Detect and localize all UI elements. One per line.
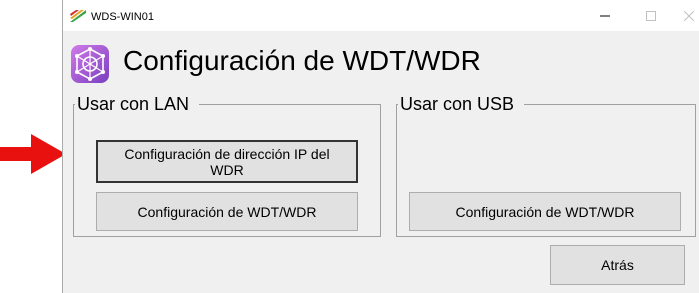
red-arrow-pointer (0, 134, 66, 174)
minimize-icon (600, 15, 610, 16)
page-header: Configuración de WDT/WDR (63, 37, 699, 83)
lan-wdt-config-button[interactable]: Configuración de WDT/WDR (96, 192, 358, 231)
app-icon (70, 10, 86, 22)
usb-group: Usar con USB Configuración de WDT/WDR (396, 92, 696, 237)
back-button[interactable]: Atrás (550, 245, 685, 285)
close-button[interactable] (674, 0, 699, 31)
maximize-button[interactable] (628, 0, 674, 31)
usb-group-label: Usar con USB (398, 92, 525, 116)
ip-address-config-button[interactable]: Configuración de dirección IP del WDR (96, 140, 358, 183)
maximize-icon (646, 10, 656, 21)
window-title: WDS-WIN01 (91, 11, 154, 23)
usb-wdt-config-button[interactable]: Configuración de WDT/WDR (409, 192, 681, 231)
minimize-button[interactable] (582, 0, 628, 31)
lan-group: Usar con LAN Configuración de dirección … (73, 92, 381, 237)
network-globe-icon (71, 45, 109, 83)
page-title: Configuración de WDT/WDR (123, 45, 481, 76)
app-window: WDS-WIN01 Configuración de WDT/WDR Usar … (62, 0, 699, 293)
title-bar: WDS-WIN01 (63, 0, 699, 31)
lan-group-label: Usar con LAN (75, 92, 200, 116)
close-icon (684, 10, 694, 21)
